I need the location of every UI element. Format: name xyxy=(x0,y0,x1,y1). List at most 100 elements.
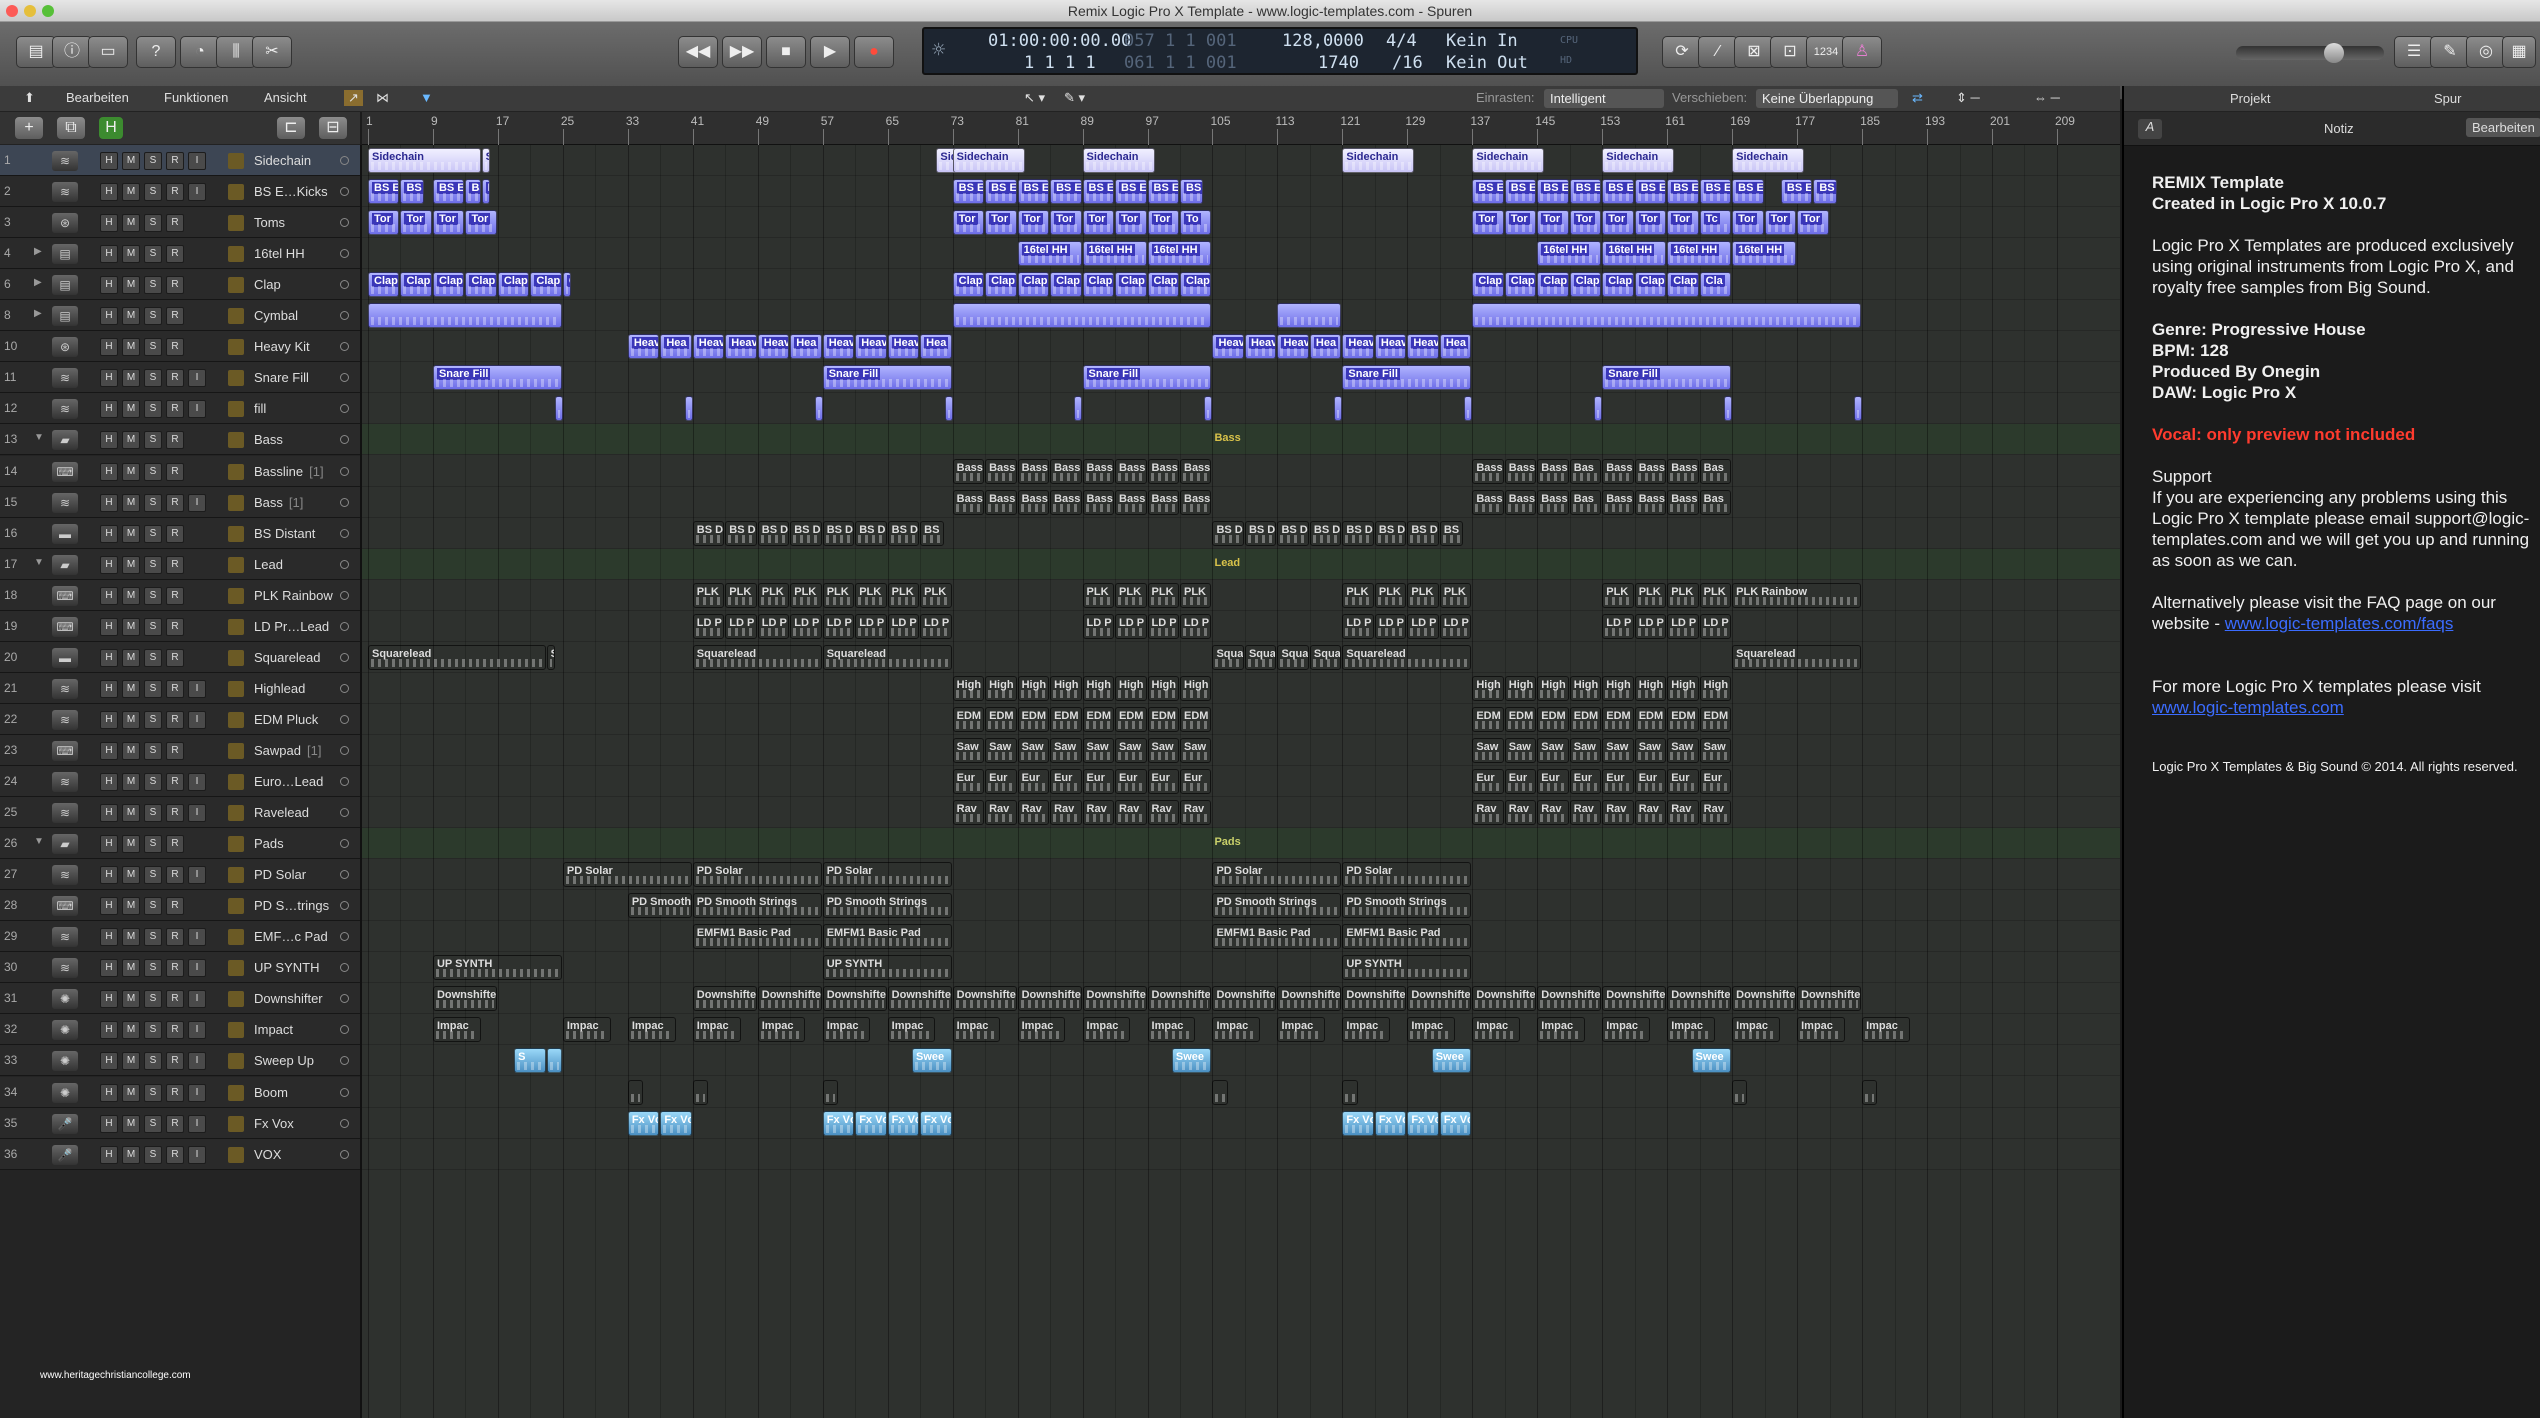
region[interactable]: Bass xyxy=(1602,458,1634,484)
track-r-button[interactable]: R xyxy=(166,959,184,978)
region[interactable]: BS E xyxy=(1472,179,1504,205)
track-m-button[interactable]: M xyxy=(122,431,140,450)
region[interactable]: High xyxy=(1082,675,1115,701)
track-r-button[interactable]: R xyxy=(166,152,184,170)
region[interactable]: Impac xyxy=(692,1017,741,1043)
track-audio-icon[interactable]: ≋ xyxy=(52,182,78,203)
region[interactable]: Clap xyxy=(1180,272,1212,298)
lcd-signature[interactable]: 4/4 xyxy=(1386,31,1417,51)
track-name[interactable]: EMF…c Pad xyxy=(254,929,328,944)
region[interactable]: Impac xyxy=(1082,1017,1131,1043)
region[interactable]: Snare Fill xyxy=(1602,365,1732,391)
minimize-window-button[interactable] xyxy=(24,5,36,17)
region[interactable]: BS E xyxy=(952,179,985,205)
region[interactable]: EDM xyxy=(952,706,985,732)
region[interactable]: EDM xyxy=(1147,706,1179,732)
track-lane[interactable] xyxy=(362,424,2120,456)
track-m-button[interactable]: M xyxy=(122,276,140,295)
bar-ruler[interactable]: 1 9 17 25 33 41 49 57 65 73 81 89 97 105 113 121 129 137 1… xyxy=(362,112,2120,145)
region[interactable]: Impac xyxy=(952,1017,1001,1043)
region[interactable]: Downshifte xyxy=(1407,986,1472,1012)
track-r-button[interactable]: R xyxy=(166,741,184,760)
region[interactable]: Heav xyxy=(692,334,725,360)
track-name[interactable]: Bass [1] xyxy=(254,495,303,510)
region[interactable]: LD P xyxy=(1082,613,1115,639)
track-s-button[interactable]: S xyxy=(144,276,162,295)
region[interactable]: LD P xyxy=(1699,613,1732,639)
region[interactable]: Eur xyxy=(1537,769,1569,794)
region[interactable]: PD Solar xyxy=(692,862,822,888)
region[interactable]: Squarelead xyxy=(692,644,822,670)
region[interactable]: Hea xyxy=(660,334,692,360)
track-region-icon[interactable] xyxy=(228,370,244,387)
region[interactable]: Clap xyxy=(1082,272,1115,298)
track-m-button[interactable]: M xyxy=(122,586,140,605)
tab-track[interactable]: Spur xyxy=(2434,91,2461,106)
region[interactable]: 16tel HH xyxy=(1732,241,1797,267)
region[interactable]: PD Solar xyxy=(1342,862,1472,888)
track-r-button[interactable]: R xyxy=(166,369,184,388)
track-h-button[interactable]: H xyxy=(100,1083,118,1102)
track-h-button[interactable]: H xyxy=(100,990,118,1009)
region[interactable]: Impac xyxy=(627,1017,676,1043)
track-name[interactable]: Fx Vox xyxy=(254,1116,294,1131)
track-name[interactable]: VOX xyxy=(254,1147,281,1162)
track-name[interactable]: Toms xyxy=(254,215,285,230)
region[interactable]: Rav xyxy=(1602,800,1634,826)
track-i-button[interactable]: I xyxy=(188,679,206,698)
region[interactable]: Sidechain xyxy=(1082,148,1155,173)
region[interactable]: Swee xyxy=(912,1048,952,1074)
track-m-button[interactable]: M xyxy=(122,741,140,760)
region[interactable]: Rav xyxy=(1472,800,1504,826)
track-h-button[interactable]: H xyxy=(100,276,118,295)
region[interactable]: Tor xyxy=(1537,210,1569,236)
track-name[interactable]: Cymbal xyxy=(254,308,298,323)
track-region-icon[interactable] xyxy=(228,246,244,263)
region[interactable]: Eur xyxy=(952,769,985,794)
pointer-tool-icon[interactable]: ↗ xyxy=(344,90,363,106)
track-m-button[interactable]: M xyxy=(122,959,140,978)
region[interactable]: Tc xyxy=(1699,210,1732,236)
track-region-icon[interactable] xyxy=(228,836,244,853)
drag-select[interactable]: Keine Überlappung xyxy=(1756,89,1898,108)
track-region-icon[interactable] xyxy=(228,898,244,915)
track-fx-icon[interactable]: ✺ xyxy=(52,1051,78,1072)
region[interactable]: Bas xyxy=(1569,458,1602,484)
track-header[interactable]: 6 ▶ ▤ H M S R Clap xyxy=(0,269,360,301)
region[interactable]: BS E xyxy=(1780,179,1813,205)
track-header[interactable]: 21 ≋ H M S R I Highlead xyxy=(0,672,360,704)
disclosure-triangle-icon[interactable]: ▼ xyxy=(34,836,44,847)
stop-icon[interactable]: ■ xyxy=(766,36,806,68)
track-name[interactable]: PD S…trings xyxy=(254,898,329,913)
track-m-button[interactable]: M xyxy=(122,648,140,667)
region[interactable]: Tor xyxy=(1764,210,1797,236)
disclosure-triangle-icon[interactable]: ▶ xyxy=(34,277,42,288)
track-i-button[interactable]: I xyxy=(188,1021,206,1040)
region[interactable]: Heav xyxy=(1277,334,1309,360)
track-s-button[interactable]: S xyxy=(144,835,162,854)
region[interactable]: Snare Fill xyxy=(822,365,952,391)
region[interactable]: PLK Rainbow xyxy=(1732,582,1862,608)
track-audio-icon[interactable]: ≋ xyxy=(52,803,78,824)
region[interactable]: PD Smooth Strings xyxy=(627,893,692,919)
region[interactable]: Clap xyxy=(1569,272,1602,298)
region[interactable]: High xyxy=(1699,675,1732,701)
track-header[interactable]: 13 ▼ ▰ H M S R Bass xyxy=(0,424,360,456)
region[interactable] xyxy=(1862,1079,1878,1105)
region[interactable]: Downshifte xyxy=(1602,986,1667,1012)
region[interactable] xyxy=(1342,1079,1358,1105)
track-name[interactable]: LD Pr…Lead xyxy=(254,619,329,634)
region[interactable]: Impac xyxy=(1017,1017,1066,1043)
region[interactable]: High xyxy=(1017,675,1050,701)
track-r-button[interactable]: R xyxy=(166,928,184,947)
track-r-button[interactable]: R xyxy=(166,400,184,419)
track-name[interactable]: Pads xyxy=(254,836,284,851)
track-h-button[interactable]: H xyxy=(100,307,118,326)
track-h-button[interactable]: H xyxy=(100,617,118,636)
region[interactable]: Saw xyxy=(985,737,1017,763)
track-header[interactable]: 34 ✺ H M S R I Boom xyxy=(0,1076,360,1108)
region[interactable]: BS D xyxy=(1309,520,1342,546)
region[interactable]: Bass xyxy=(1602,489,1634,515)
region[interactable]: Eur xyxy=(1115,769,1147,794)
region[interactable]: Impac xyxy=(1602,1017,1650,1043)
